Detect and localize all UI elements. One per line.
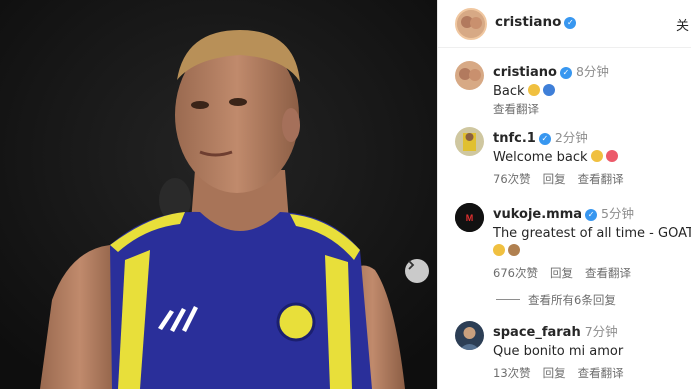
translate-link[interactable]: 查看翻译 bbox=[585, 266, 631, 280]
svg-text:M: M bbox=[466, 213, 474, 223]
translate-link[interactable]: 查看翻译 bbox=[493, 102, 539, 116]
avatar-photo-icon bbox=[457, 10, 485, 38]
commenter-avatar[interactable] bbox=[455, 61, 484, 90]
author-name[interactable]: cristiano ✓ bbox=[495, 14, 577, 30]
like-count[interactable]: 676次赞 bbox=[493, 266, 538, 280]
reply-button[interactable]: 回复 bbox=[543, 366, 566, 380]
like-count[interactable]: 76次赞 bbox=[493, 172, 531, 186]
comment-username[interactable]: space_farah bbox=[493, 325, 581, 340]
close-button[interactable]: 关 bbox=[676, 15, 689, 34]
chevron-right-icon bbox=[408, 260, 415, 270]
view-replies-link[interactable]: 查看所有6条回复 bbox=[496, 292, 616, 308]
divider-line bbox=[496, 299, 520, 300]
verified-badge-icon: ✓ bbox=[559, 67, 572, 79]
heart-eyes-emoji-icon bbox=[605, 150, 618, 162]
post-header: cristiano ✓ 关 bbox=[438, 0, 691, 48]
post-photo bbox=[0, 0, 437, 389]
smile-emoji-icon bbox=[527, 84, 540, 96]
verified-badge-icon: ✓ bbox=[564, 17, 577, 29]
avatar-photo-icon bbox=[455, 321, 484, 350]
comments-panel: cristiano✓ 关 cristiano✓8分钟 Back 查看翻译 bbox=[437, 0, 691, 389]
reply-button[interactable]: 回复 bbox=[550, 266, 573, 280]
comment-time: 8分钟 bbox=[575, 64, 609, 79]
commenter-avatar[interactable] bbox=[455, 127, 484, 156]
comment-text: Welcome back bbox=[493, 150, 588, 165]
comment-text: The greatest of all time - GOAT bbox=[493, 226, 691, 241]
avatar-photo-icon bbox=[455, 127, 484, 156]
player-photo-illustration bbox=[0, 0, 437, 389]
comment-username[interactable]: cristiano bbox=[493, 65, 557, 80]
avatar-logo-icon: M bbox=[455, 203, 484, 232]
translate-link[interactable]: 查看翻译 bbox=[578, 366, 624, 380]
clap-emoji-icon bbox=[493, 244, 505, 256]
clap-emoji-icon bbox=[590, 150, 603, 162]
comment-time: 5分钟 bbox=[601, 206, 634, 221]
commenter-avatar[interactable]: M bbox=[455, 203, 484, 232]
verified-badge-icon: ✓ bbox=[538, 133, 551, 145]
comment-text: Que bonito mi amor bbox=[493, 344, 624, 359]
goat-emoji-icon bbox=[508, 244, 520, 256]
next-image-button[interactable] bbox=[405, 259, 429, 283]
comment-username[interactable]: vukoje.mma bbox=[493, 207, 582, 222]
comment-text: Back bbox=[493, 84, 525, 99]
avatar-photo-icon bbox=[455, 61, 484, 90]
author-username[interactable]: cristiano bbox=[495, 14, 561, 30]
verified-badge-icon: ✓ bbox=[585, 209, 598, 221]
like-count[interactable]: 13次赞 bbox=[493, 366, 531, 380]
commenter-avatar[interactable] bbox=[455, 321, 484, 350]
comment-username[interactable]: tnfc.1 bbox=[493, 131, 536, 146]
globe-emoji-icon bbox=[542, 84, 555, 96]
comment-time: 7分钟 bbox=[584, 324, 618, 339]
author-avatar[interactable] bbox=[455, 8, 487, 40]
view-replies-label: 查看所有6条回复 bbox=[528, 293, 616, 307]
reply-button[interactable]: 回复 bbox=[543, 172, 566, 186]
comment-time: 2分钟 bbox=[554, 130, 588, 145]
translate-link[interactable]: 查看翻译 bbox=[578, 172, 624, 186]
